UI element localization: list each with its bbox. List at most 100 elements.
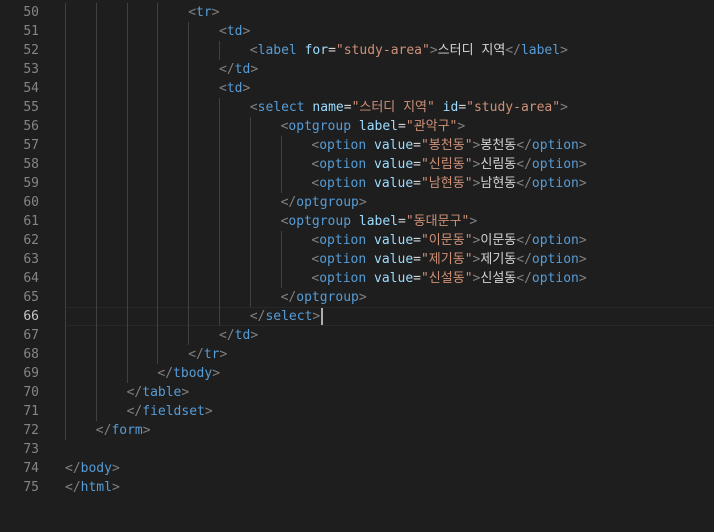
token-attr: id xyxy=(442,100,459,115)
token-punct: < xyxy=(219,81,227,96)
token-tag: option xyxy=(531,176,579,191)
token-punct: > xyxy=(560,43,568,58)
token-eq: = xyxy=(413,157,421,172)
token-text: 봉천동 xyxy=(480,138,517,153)
token-eq: = xyxy=(398,119,406,134)
token-str: "동대문구" xyxy=(405,214,470,229)
token-punct: </ xyxy=(516,252,532,267)
token-str: "스터디 지역" xyxy=(351,100,435,115)
token-punct: > xyxy=(578,233,587,248)
token-punct: > xyxy=(578,138,587,153)
code-line[interactable]: 55 <select name="스터디 지역" id="study-area"> xyxy=(0,98,714,117)
token-eq: = xyxy=(458,100,467,115)
code-line[interactable]: 58 <option value="신림동">신림동</option> xyxy=(0,155,714,174)
code-line[interactable]: 54 <td> xyxy=(0,79,714,98)
code-line[interactable]: 66 </select> xyxy=(0,307,714,326)
line-code: </table> xyxy=(127,383,190,402)
line-code: <td> xyxy=(219,22,250,41)
token-punct: > xyxy=(578,157,587,172)
code-line[interactable]: 53 </td> xyxy=(0,60,714,79)
token-punct: </ xyxy=(516,176,532,191)
line-number: 67 xyxy=(23,328,39,343)
code-line[interactable]: 72 </form> xyxy=(0,421,714,440)
token-text: 남현동 xyxy=(480,176,517,191)
line-number: 60 xyxy=(23,195,39,210)
token-punct: > xyxy=(578,176,587,191)
token-tag: html xyxy=(80,480,112,495)
code-line[interactable]: 56 <optgroup label="관악구"> xyxy=(0,117,714,136)
token-str: "study-area" xyxy=(466,100,561,115)
code-line[interactable]: 62 <option value="이문동">이문동</option> xyxy=(0,231,714,250)
line-code: </tbody> xyxy=(157,364,220,383)
token-punct: > xyxy=(142,423,151,438)
token-punct: </ xyxy=(95,423,112,438)
token-punct: < xyxy=(219,24,227,39)
code-line[interactable]: 67 </td> xyxy=(0,326,714,345)
line-code: <option value="신설동">신설동</option> xyxy=(311,269,586,288)
token-attr: for xyxy=(304,43,329,58)
token-tag: td xyxy=(234,62,251,77)
token-punct: > xyxy=(312,309,321,324)
token-punct: </ xyxy=(516,271,532,286)
token-tag: form xyxy=(111,423,143,438)
code-line[interactable]: 65 </optgroup> xyxy=(0,288,714,307)
token-eq: = xyxy=(413,252,421,267)
token-punct: > xyxy=(219,347,228,362)
line-code: <option value="남현동">남현동</option> xyxy=(311,174,586,193)
token-punct: </ xyxy=(65,461,81,476)
token-punct: > xyxy=(358,195,367,210)
line-code: </body> xyxy=(65,459,120,478)
token-tag: tbody xyxy=(173,366,213,381)
code-line[interactable]: 73 xyxy=(0,440,714,459)
token-punct: > xyxy=(111,461,120,476)
code-line[interactable]: 74 </body> xyxy=(0,459,714,478)
line-number: 61 xyxy=(23,214,39,229)
code-line[interactable]: 57 <option value="봉천동">봉천동</option> xyxy=(0,136,714,155)
line-number: 51 xyxy=(23,24,39,39)
line-code: <tr> xyxy=(188,3,219,22)
code-line[interactable]: 71 </fieldset> xyxy=(0,402,714,421)
code-line[interactable]: 63 <option value="제기동">제기동</option> xyxy=(0,250,714,269)
code-line[interactable]: 75 </html> xyxy=(0,478,714,497)
line-code: </form> xyxy=(96,421,151,440)
code-line[interactable]: 64 <option value="신설동">신설동</option> xyxy=(0,269,714,288)
token-attr: label xyxy=(358,214,399,229)
code-line[interactable]: 68 </tr> xyxy=(0,345,714,364)
line-number: 62 xyxy=(23,233,39,248)
line-number: 57 xyxy=(23,138,39,153)
code-line[interactable]: 52 <label for="study-area">스터디 지역</label> xyxy=(0,41,714,60)
line-code: </select> xyxy=(250,307,320,326)
line-number: 69 xyxy=(23,366,39,381)
token-punct: < xyxy=(249,43,258,58)
token-punct: > xyxy=(242,24,251,39)
token-tag: optgroup xyxy=(296,290,359,305)
code-line[interactable]: 69 </tbody> xyxy=(0,364,714,383)
line-code: <option value="신림동">신림동</option> xyxy=(311,155,586,174)
token-tag: label xyxy=(520,43,561,58)
code-line[interactable]: 70 </table> xyxy=(0,383,714,402)
token-str: "관악구" xyxy=(405,119,458,134)
token-eq: = xyxy=(413,233,421,248)
code-line[interactable]: 61 <optgroup label="동대문구"> xyxy=(0,212,714,231)
code-line[interactable]: 59 <option value="남현동">남현동</option> xyxy=(0,174,714,193)
code-line[interactable]: 51 <td> xyxy=(0,22,714,41)
code-editor[interactable]: 50 <tr> 51 <td> 52 <label for="study-area">스터… xyxy=(0,0,714,532)
line-code: </fieldset> xyxy=(127,402,213,421)
token-tag: table xyxy=(142,385,182,400)
token-tag: option xyxy=(319,252,367,267)
line-number: 64 xyxy=(23,271,39,286)
token-eq: = xyxy=(398,214,406,229)
line-code: <optgroup label="관악구"> xyxy=(281,117,466,136)
line-code: </html> xyxy=(65,478,120,497)
line-number: 70 xyxy=(23,385,39,400)
line-number: 55 xyxy=(23,100,39,115)
line-number: 56 xyxy=(23,119,39,134)
line-code: <td> xyxy=(219,79,250,98)
code-line[interactable]: 50 <tr> xyxy=(0,3,714,22)
token-punct: > xyxy=(358,290,367,305)
code-line[interactable]: 60 </optgroup> xyxy=(0,193,714,212)
